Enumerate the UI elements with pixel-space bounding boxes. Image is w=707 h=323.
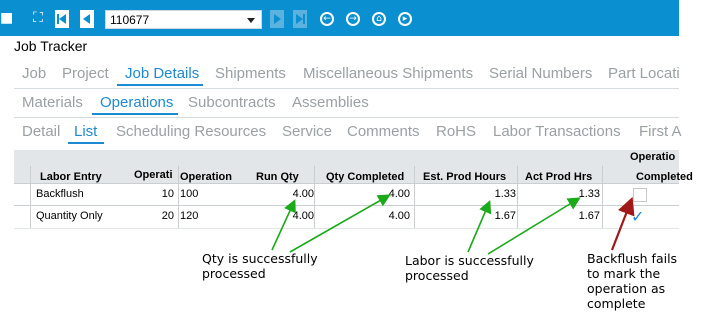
annotation-labor-line2: processed (405, 268, 469, 283)
annotation-backflush-line3: operation as (587, 281, 666, 296)
annotation-qty: Qty is successfully processed (202, 251, 318, 281)
backflush-arrow (610, 196, 635, 251)
qty-arrow-run-qty (271, 199, 296, 251)
annotation-labor: Labor is successfully processed (405, 253, 534, 283)
annotation-backflush-line2: to mark the (587, 266, 661, 281)
annotation-backflush-line4: complete (587, 296, 646, 311)
labor-arrow-act-hours (487, 197, 581, 255)
annotation-qty-line1: Qty is successfully (202, 251, 318, 266)
annotation-backflush: Backflush fails to mark the operation as… (587, 251, 677, 311)
annotation-backflush-line1: Backflush fails (587, 251, 678, 266)
annotation-labor-line1: Labor is successfully (405, 253, 534, 268)
labor-arrow-est-hours (467, 200, 492, 253)
annotation-qty-line2: processed (202, 266, 266, 281)
qty-arrow-qty-completed (289, 194, 391, 253)
